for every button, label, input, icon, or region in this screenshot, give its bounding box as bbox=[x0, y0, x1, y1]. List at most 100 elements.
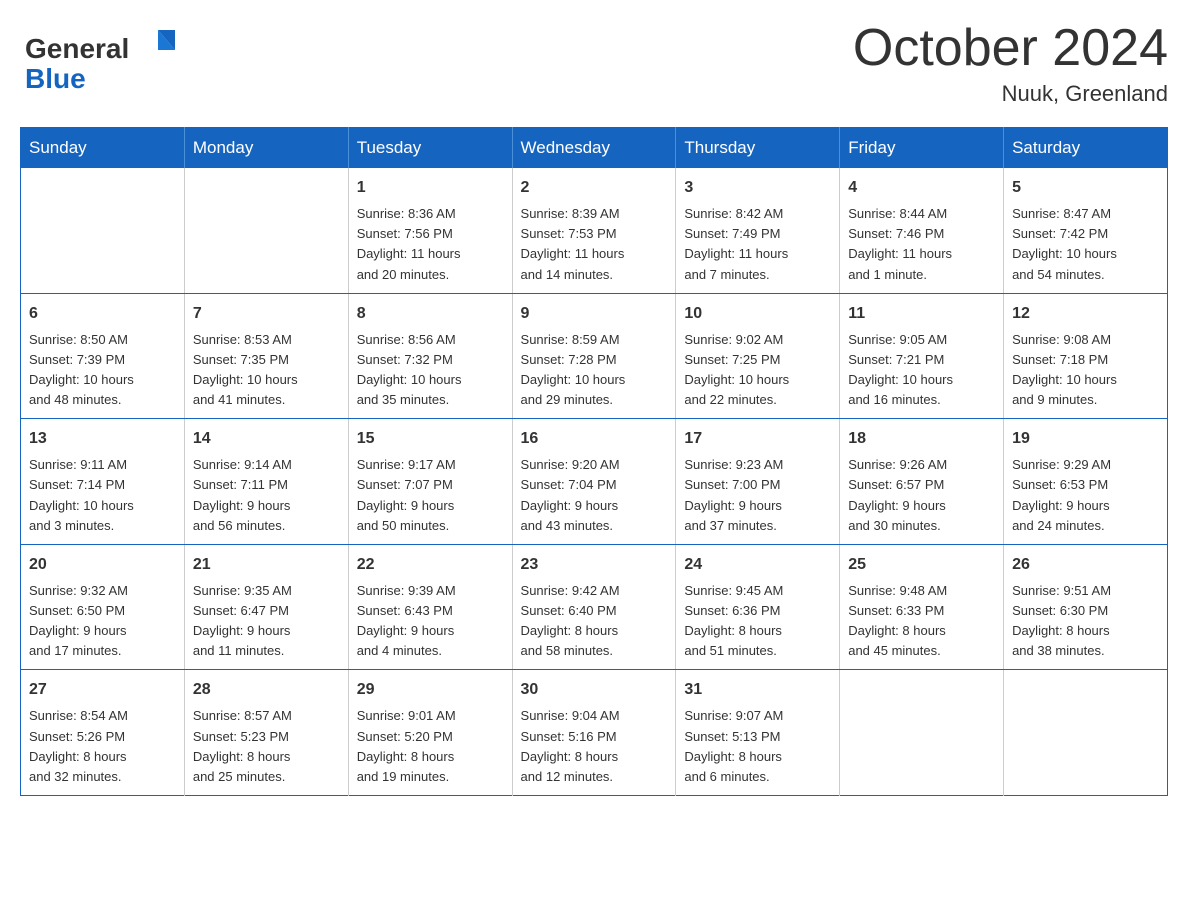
day-info: Sunrise: 9:45 AMSunset: 6:36 PMDaylight:… bbox=[684, 581, 831, 662]
day-info: Sunrise: 9:42 AMSunset: 6:40 PMDaylight:… bbox=[521, 581, 668, 662]
svg-text:Blue: Blue bbox=[25, 63, 86, 94]
calendar-cell bbox=[1004, 670, 1168, 796]
day-number: 21 bbox=[193, 553, 340, 577]
logo: General Blue bbox=[20, 20, 190, 95]
day-number: 16 bbox=[521, 427, 668, 451]
header-monday: Monday bbox=[184, 128, 348, 169]
day-info: Sunrise: 9:29 AMSunset: 6:53 PMDaylight:… bbox=[1012, 455, 1159, 536]
calendar-cell: 8Sunrise: 8:56 AMSunset: 7:32 PMDaylight… bbox=[348, 293, 512, 419]
day-number: 22 bbox=[357, 553, 504, 577]
day-number: 27 bbox=[29, 678, 176, 702]
month-title: October 2024 bbox=[853, 20, 1168, 77]
day-info: Sunrise: 8:53 AMSunset: 7:35 PMDaylight:… bbox=[193, 330, 340, 411]
calendar-cell: 30Sunrise: 9:04 AMSunset: 5:16 PMDayligh… bbox=[512, 670, 676, 796]
calendar-cell: 11Sunrise: 9:05 AMSunset: 7:21 PMDayligh… bbox=[840, 293, 1004, 419]
day-info: Sunrise: 9:32 AMSunset: 6:50 PMDaylight:… bbox=[29, 581, 176, 662]
day-number: 20 bbox=[29, 553, 176, 577]
calendar-cell: 2Sunrise: 8:39 AMSunset: 7:53 PMDaylight… bbox=[512, 168, 676, 293]
calendar-cell: 24 Sunrise: 9:45 AMSunset: 6:36 PMDayligh… bbox=[676, 544, 840, 670]
calendar-cell bbox=[840, 670, 1004, 796]
calendar-cell: 4 Sunrise: 8:44 AMSunset: 7:46 PMDaylight… bbox=[840, 168, 1004, 293]
calendar-cell: 1Sunrise: 8:36 AMSunset: 7:56 PMDaylight… bbox=[348, 168, 512, 293]
day-info: Sunrise: 9:23 AMSunset: 7:00 PMDaylight:… bbox=[684, 455, 831, 536]
calendar-table: Sunday Monday Tuesday Wednesday Thursday… bbox=[20, 127, 1168, 796]
day-info: Sunrise: 8:42 AMSunset: 7:49 PMDaylight:… bbox=[684, 204, 831, 285]
calendar-cell: 16 Sunrise: 9:20 AMSunset: 7:04 PMDayligh… bbox=[512, 419, 676, 545]
day-number: 23 bbox=[521, 553, 668, 577]
day-number: 4 bbox=[848, 176, 995, 200]
header-sunday: Sunday bbox=[21, 128, 185, 169]
day-info: Sunrise: 8:54 AMSunset: 5:26 PMDaylight:… bbox=[29, 706, 176, 787]
day-number: 28 bbox=[193, 678, 340, 702]
day-info: Sunrise: 8:56 AMSunset: 7:32 PMDaylight:… bbox=[357, 330, 504, 411]
calendar-cell: 31Sunrise: 9:07 AMSunset: 5:13 PMDayligh… bbox=[676, 670, 840, 796]
calendar-week-row-5: 27 Sunrise: 8:54 AMSunset: 5:26 PMDayligh… bbox=[21, 670, 1168, 796]
calendar-week-row-4: 20 Sunrise: 9:32 AMSunset: 6:50 PMDayligh… bbox=[21, 544, 1168, 670]
day-number: 24 bbox=[684, 553, 831, 577]
day-info: Sunrise: 9:05 AMSunset: 7:21 PMDaylight:… bbox=[848, 330, 995, 411]
header-tuesday: Tuesday bbox=[348, 128, 512, 169]
location: Nuuk, Greenland bbox=[853, 81, 1168, 107]
day-number: 3 bbox=[684, 176, 831, 200]
day-number: 7 bbox=[193, 302, 340, 326]
calendar-cell bbox=[184, 168, 348, 293]
day-info: Sunrise: 9:20 AMSunset: 7:04 PMDaylight:… bbox=[521, 455, 668, 536]
day-number: 5 bbox=[1012, 176, 1159, 200]
day-number: 18 bbox=[848, 427, 995, 451]
calendar-cell: 10 Sunrise: 9:02 AMSunset: 7:25 PMDayligh… bbox=[676, 293, 840, 419]
day-info: Sunrise: 8:36 AMSunset: 7:56 PMDaylight:… bbox=[357, 204, 504, 285]
calendar-cell: 20 Sunrise: 9:32 AMSunset: 6:50 PMDayligh… bbox=[21, 544, 185, 670]
calendar-cell: 9 Sunrise: 8:59 AMSunset: 7:28 PMDaylight… bbox=[512, 293, 676, 419]
day-number: 6 bbox=[29, 302, 176, 326]
day-info: Sunrise: 9:08 AMSunset: 7:18 PMDaylight:… bbox=[1012, 330, 1159, 411]
day-number: 12 bbox=[1012, 302, 1159, 326]
day-info: Sunrise: 8:47 AMSunset: 7:42 PMDaylight:… bbox=[1012, 204, 1159, 285]
day-info: Sunrise: 9:48 AMSunset: 6:33 PMDaylight:… bbox=[848, 581, 995, 662]
calendar-cell: 27 Sunrise: 8:54 AMSunset: 5:26 PMDayligh… bbox=[21, 670, 185, 796]
day-number: 25 bbox=[848, 553, 995, 577]
day-number: 31 bbox=[684, 678, 831, 702]
calendar-cell: 28 Sunrise: 8:57 AMSunset: 5:23 PMDayligh… bbox=[184, 670, 348, 796]
day-number: 9 bbox=[521, 302, 668, 326]
calendar-cell: 17 Sunrise: 9:23 AMSunset: 7:00 PMDayligh… bbox=[676, 419, 840, 545]
day-info: Sunrise: 8:59 AMSunset: 7:28 PMDaylight:… bbox=[521, 330, 668, 411]
weekday-header-row: Sunday Monday Tuesday Wednesday Thursday… bbox=[21, 128, 1168, 169]
calendar-cell: 21 Sunrise: 9:35 AMSunset: 6:47 PMDayligh… bbox=[184, 544, 348, 670]
svg-text:General: General bbox=[25, 33, 129, 64]
calendar-cell: 7 Sunrise: 8:53 AMSunset: 7:35 PMDaylight… bbox=[184, 293, 348, 419]
header-saturday: Saturday bbox=[1004, 128, 1168, 169]
calendar-week-row-3: 13 Sunrise: 9:11 AMSunset: 7:14 PMDayligh… bbox=[21, 419, 1168, 545]
calendar-week-row-1: 1Sunrise: 8:36 AMSunset: 7:56 PMDaylight… bbox=[21, 168, 1168, 293]
day-info: Sunrise: 9:26 AMSunset: 6:57 PMDaylight:… bbox=[848, 455, 995, 536]
calendar-cell: 29Sunrise: 9:01 AMSunset: 5:20 PMDayligh… bbox=[348, 670, 512, 796]
calendar-cell: 26 Sunrise: 9:51 AMSunset: 6:30 PMDayligh… bbox=[1004, 544, 1168, 670]
logo-svg: General Blue bbox=[20, 20, 190, 95]
day-info: Sunrise: 9:17 AMSunset: 7:07 PMDaylight:… bbox=[357, 455, 504, 536]
calendar-cell: 15Sunrise: 9:17 AMSunset: 7:07 PMDayligh… bbox=[348, 419, 512, 545]
day-info: Sunrise: 9:39 AMSunset: 6:43 PMDaylight:… bbox=[357, 581, 504, 662]
page-header: General Blue October 2024 Nuuk, Greenlan… bbox=[20, 20, 1168, 107]
calendar-cell: 3 Sunrise: 8:42 AMSunset: 7:49 PMDaylight… bbox=[676, 168, 840, 293]
day-number: 10 bbox=[684, 302, 831, 326]
calendar-cell: 18 Sunrise: 9:26 AMSunset: 6:57 PMDayligh… bbox=[840, 419, 1004, 545]
day-info: Sunrise: 8:50 AMSunset: 7:39 PMDaylight:… bbox=[29, 330, 176, 411]
day-number: 13 bbox=[29, 427, 176, 451]
calendar-cell: 14 Sunrise: 9:14 AMSunset: 7:11 PMDayligh… bbox=[184, 419, 348, 545]
day-number: 26 bbox=[1012, 553, 1159, 577]
day-number: 30 bbox=[521, 678, 668, 702]
day-info: Sunrise: 9:01 AMSunset: 5:20 PMDaylight:… bbox=[357, 706, 504, 787]
day-number: 17 bbox=[684, 427, 831, 451]
calendar-cell: 19Sunrise: 9:29 AMSunset: 6:53 PMDayligh… bbox=[1004, 419, 1168, 545]
title-area: October 2024 Nuuk, Greenland bbox=[853, 20, 1168, 107]
day-number: 14 bbox=[193, 427, 340, 451]
day-info: Sunrise: 9:51 AMSunset: 6:30 PMDaylight:… bbox=[1012, 581, 1159, 662]
day-info: Sunrise: 9:11 AMSunset: 7:14 PMDaylight:… bbox=[29, 455, 176, 536]
calendar-cell bbox=[21, 168, 185, 293]
day-info: Sunrise: 8:57 AMSunset: 5:23 PMDaylight:… bbox=[193, 706, 340, 787]
calendar-cell: 6 Sunrise: 8:50 AMSunset: 7:39 PMDaylight… bbox=[21, 293, 185, 419]
day-info: Sunrise: 9:35 AMSunset: 6:47 PMDaylight:… bbox=[193, 581, 340, 662]
day-info: Sunrise: 8:39 AMSunset: 7:53 PMDaylight:… bbox=[521, 204, 668, 285]
day-info: Sunrise: 9:02 AMSunset: 7:25 PMDaylight:… bbox=[684, 330, 831, 411]
day-info: Sunrise: 8:44 AMSunset: 7:46 PMDaylight:… bbox=[848, 204, 995, 285]
day-info: Sunrise: 9:14 AMSunset: 7:11 PMDaylight:… bbox=[193, 455, 340, 536]
